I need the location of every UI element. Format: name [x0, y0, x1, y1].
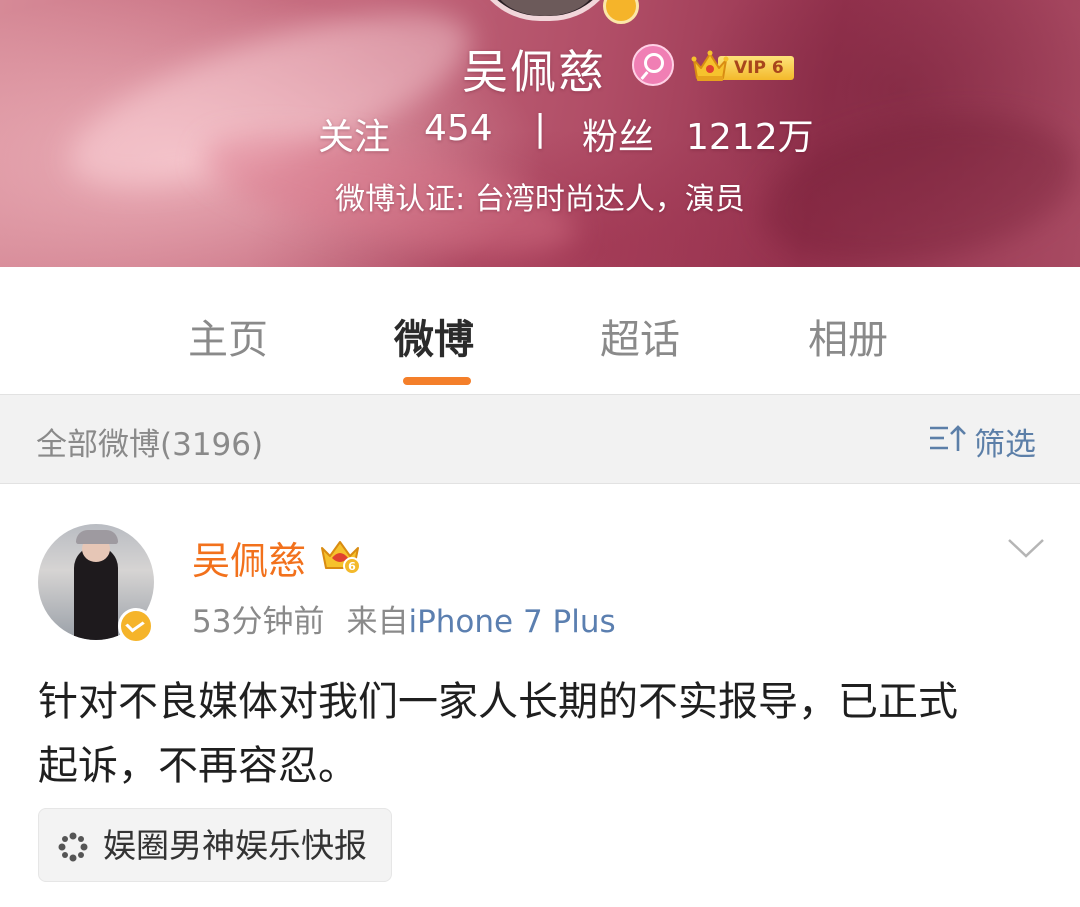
profile-name: 吴佩慈	[462, 45, 606, 99]
weibo-profile-page: 吴佩慈 VIP 6 关注 454 | 粉丝 1212万 微博认证: 台湾时尚达人…	[0, 0, 1080, 907]
tab-weibo[interactable]: 微博	[394, 307, 474, 365]
tab-album[interactable]: 相册	[808, 307, 888, 365]
profile-stats: 关注 454 | 粉丝 1212万	[0, 108, 1080, 158]
post-source-prefix: 来自	[346, 604, 409, 640]
tab-home[interactable]: 主页	[188, 307, 268, 365]
stats-separator: |	[534, 108, 547, 149]
weibo-post: 吴佩慈 6 53分钟前 来自iPhone 7 Plus 针对不良媒体对我们一家人长…	[0, 484, 1080, 907]
active-tab-indicator	[403, 377, 471, 385]
profile-avatar[interactable]	[470, 0, 620, 21]
filter-label: 筛选	[974, 427, 1036, 463]
profile-header: 吴佩慈 VIP 6 关注 454 | 粉丝 1212万 微博认证: 台湾时尚达人…	[0, 0, 1080, 267]
vip-badge[interactable]: VIP 6	[690, 46, 794, 84]
follow-label[interactable]: 关注	[318, 108, 390, 160]
filter-sort-icon	[930, 425, 966, 451]
post-topic-tag[interactable]: 娱圈男神娱乐快报	[38, 808, 392, 882]
profile-tabs: 主页 微博 超话 相册	[0, 267, 1080, 395]
verified-check-icon	[118, 608, 154, 644]
post-text-line: 针对不良媒体对我们一家人长期的不实报导，已正式	[38, 679, 958, 725]
svg-text:6: 6	[348, 560, 356, 573]
post-time: 53分钟前	[192, 604, 325, 640]
post-meta: 53分钟前 来自iPhone 7 Plus	[192, 596, 616, 641]
crown-icon	[691, 50, 729, 81]
vip-crown-icon: 6	[321, 541, 361, 575]
fans-label[interactable]: 粉丝	[582, 108, 654, 160]
post-text-line: 起诉，不再容忍。	[38, 743, 358, 789]
post-author-name[interactable]: 吴佩慈	[192, 530, 306, 585]
filter-bar: 全部微博(3196) 筛选	[0, 395, 1080, 484]
chevron-down-icon[interactable]	[1006, 532, 1046, 562]
post-source-link[interactable]: iPhone 7 Plus	[408, 604, 615, 640]
follow-count[interactable]: 454	[424, 108, 493, 149]
verification-text: 微博认证: 台湾时尚达人，演员	[335, 182, 745, 217]
profile-name-row: 吴佩慈 VIP 6	[0, 34, 1080, 99]
tab-super-topic[interactable]: 超话	[600, 307, 680, 365]
female-icon	[632, 44, 674, 86]
super-topic-icon	[58, 832, 88, 862]
filter-button[interactable]: 筛选	[928, 417, 1048, 463]
all-weibo-count: 全部微博(3196)	[36, 427, 264, 463]
verified-badge-icon	[603, 0, 639, 24]
post-content: 针对不良媒体对我们一家人长期的不实报导，已正式 起诉，不再容忍。	[38, 670, 1048, 798]
post-topic-label: 娱圈男神娱乐快报	[103, 826, 367, 865]
fans-count[interactable]: 1212万	[686, 108, 814, 160]
